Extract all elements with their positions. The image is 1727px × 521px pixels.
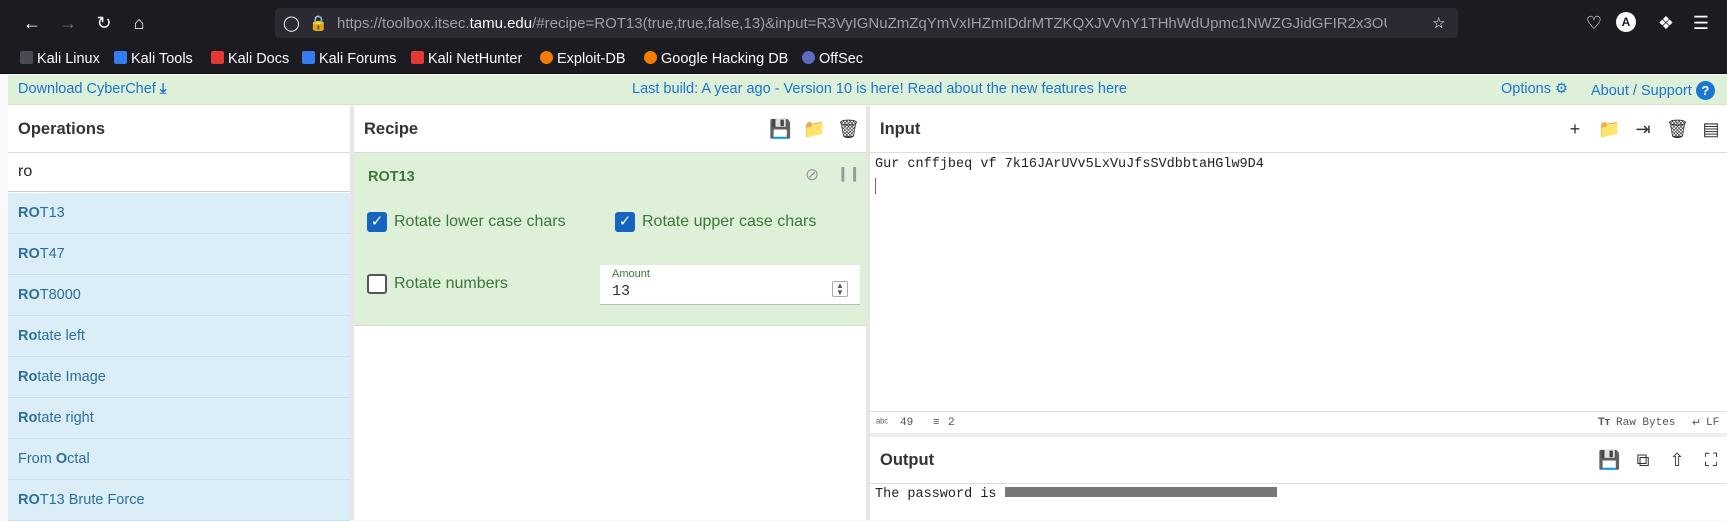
redaction-bar	[1004, 487, 1277, 497]
options-link[interactable]: Options ⚙	[1501, 81, 1568, 97]
home-icon[interactable]: ⌂	[127, 11, 151, 35]
bookmark-exploit-db[interactable]: Exploit-DB	[540, 51, 626, 67]
clear-input-icon[interactable]: 🗑	[1666, 118, 1689, 140]
load-recipe-icon[interactable]: 📁	[803, 118, 825, 140]
operation-label: Rotate right	[18, 410, 94, 426]
recipe-op-name: ROT13	[368, 169, 415, 185]
bookmark-kali-forums[interactable]: Kali Forums	[302, 51, 396, 67]
output-title: Output	[880, 451, 935, 469]
text-cursor	[875, 178, 876, 194]
output-text[interactable]: The password is	[875, 487, 1277, 502]
char-count: 49	[900, 417, 914, 429]
download-icon: ⤓	[159, 81, 167, 97]
line-count: 2	[948, 417, 955, 429]
open-folder-icon[interactable]: 📁	[1598, 118, 1620, 140]
cyberchef-app: Download CyberChef ⤓ Last build: A year …	[8, 75, 1727, 521]
bookmarks-bar: Kali Linux Kali Tools Kali Docs Kali For…	[0, 47, 1727, 74]
add-tab-icon[interactable]: +	[1564, 118, 1586, 140]
input-title: Input	[880, 120, 921, 138]
recipe-header: Recipe 💾 📁 🗑	[354, 106, 866, 153]
operation-label: Rotate left	[18, 328, 85, 344]
account-avatar[interactable]: A	[1616, 12, 1636, 32]
operation-item[interactable]: ROT13 Brute Force	[8, 480, 350, 521]
eol-label[interactable]: LF	[1706, 417, 1719, 429]
encoding-icon[interactable]: Tт	[1598, 416, 1610, 428]
recipe-operation-rot13: ROT13 ⊘ ❙❙ ✓ Rotate lower case chars ✓ R…	[354, 153, 866, 326]
url-text[interactable]: https://toolbox.itsec.tamu.edu/#recipe=R…	[337, 15, 1387, 32]
reload-icon[interactable]: ↻	[92, 11, 116, 35]
operation-label: From Octal	[18, 451, 90, 467]
operations-search-input[interactable]: ro	[8, 153, 350, 192]
replace-input-icon[interactable]: ⇧	[1666, 449, 1688, 471]
input-text[interactable]: Gur cnffjbeq vf 7k16JArUVv5LxVuJfsSVdbbt…	[875, 157, 1264, 172]
clear-recipe-icon[interactable]: 🗑	[837, 118, 860, 140]
extensions-icon[interactable]: ❖	[1654, 11, 1678, 35]
input-header: Input + 📁 ⇥ 🗑 ▤	[870, 106, 1727, 153]
operation-item[interactable]: From Octal	[8, 439, 350, 480]
help-icon: ?	[1695, 81, 1715, 100]
operations-header: Operations	[8, 106, 350, 153]
save-recipe-icon[interactable]: 💾	[769, 118, 791, 140]
operation-item[interactable]: Rotate Image	[8, 357, 350, 398]
bookmark-kali-nethunter[interactable]: Kali NetHunter	[411, 51, 522, 67]
upper-case-checkbox[interactable]: ✓	[615, 212, 635, 232]
operation-item[interactable]: ROT47	[8, 234, 350, 275]
bookmark-star-icon[interactable]: ☆	[1432, 14, 1445, 32]
browser-toolbar: ← → ↻ ⌂ ◯ 🔒 https://toolbox.itsec.tamu.e…	[0, 0, 1727, 47]
lock-icon: 🔒	[309, 15, 328, 32]
bookmark-kali-linux[interactable]: Kali Linux	[20, 51, 100, 67]
copy-output-icon[interactable]: ⧉	[1632, 449, 1654, 471]
address-bar[interactable]: ◯ 🔒 https://toolbox.itsec.tamu.edu/#reci…	[275, 8, 1458, 38]
open-file-icon[interactable]: ⇥	[1632, 118, 1654, 140]
bookmark-kali-docs[interactable]: Kali Docs	[211, 51, 289, 67]
layout-icon[interactable]: ▤	[1700, 118, 1722, 140]
bookmark-google-hacking-db[interactable]: Google Hacking DB	[644, 51, 788, 67]
numbers-checkbox[interactable]	[367, 274, 387, 294]
menu-icon[interactable]: ☰	[1689, 11, 1713, 35]
lower-case-label: Rotate lower case chars	[394, 213, 566, 230]
maximise-output-icon[interactable]: ⛶	[1700, 449, 1722, 471]
save-output-icon[interactable]: 💾	[1598, 449, 1620, 471]
operation-item[interactable]: Rotate left	[8, 316, 350, 357]
bookmark-kali-tools[interactable]: Kali Tools	[114, 51, 193, 67]
bookmark-offsec[interactable]: OffSec	[802, 51, 863, 67]
forward-icon[interactable]: →	[56, 11, 80, 35]
recipe-title: Recipe	[364, 120, 419, 138]
operation-item[interactable]: ROT8000	[8, 275, 350, 316]
amount-value[interactable]: 13	[612, 283, 630, 300]
shield-icon[interactable]: ◯	[283, 14, 300, 32]
operation-label: ROT13 Brute Force	[18, 492, 145, 508]
encoding-label[interactable]: Raw Bytes	[1616, 417, 1675, 429]
operations-title: Operations	[18, 120, 106, 138]
operation-item[interactable]: ROT13	[8, 193, 350, 234]
char-count-icon: ᵃᵇᶜ	[876, 417, 889, 429]
eol-icon[interactable]: ↵	[1692, 416, 1701, 429]
amount-field[interactable]: Amount 13 ▲ ▼	[600, 265, 860, 305]
operation-item[interactable]: Rotate right	[8, 398, 350, 439]
amount-label: Amount	[612, 268, 650, 280]
top-banner: Download CyberChef ⤓ Last build: A year …	[8, 75, 1727, 105]
numbers-label: Rotate numbers	[394, 275, 508, 292]
operation-label: ROT13	[18, 205, 65, 221]
output-header: Output 💾 ⧉ ⇧ ⛶	[870, 437, 1727, 484]
download-link[interactable]: Download CyberChef ⤓	[18, 81, 166, 97]
about-link[interactable]: About / Support ?	[1591, 81, 1715, 100]
lines-icon: ≡	[933, 416, 940, 428]
build-notice-link[interactable]: Last build: A year ago - Version 10 is h…	[632, 81, 1127, 97]
gear-icon: ⚙	[1555, 81, 1569, 97]
amount-stepper[interactable]: ▲ ▼	[832, 281, 848, 297]
back-icon[interactable]: ←	[20, 11, 44, 35]
operation-label: ROT47	[18, 246, 65, 262]
disable-op-icon[interactable]: ⊘	[805, 165, 819, 185]
operation-label: Rotate Image	[18, 369, 106, 385]
breakpoint-icon[interactable]: ❙❙	[837, 165, 860, 182]
upper-case-label: Rotate upper case chars	[642, 213, 817, 230]
operation-label: ROT8000	[18, 287, 81, 303]
lower-case-checkbox[interactable]: ✓	[367, 212, 387, 232]
pocket-icon[interactable]: ♡	[1582, 11, 1606, 35]
input-status-bar: ᵃᵇᶜ 49 ≡ 2 Tт Raw Bytes ↵ LF	[870, 411, 1727, 433]
